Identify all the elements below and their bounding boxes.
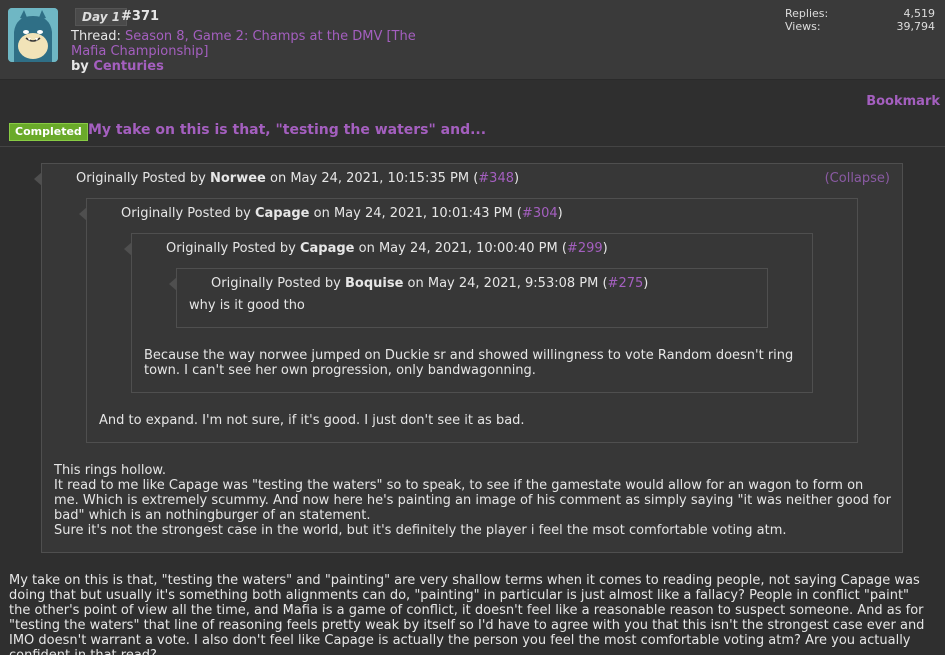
- quote-line: Because the way norwee jumped on Duckie …: [144, 348, 794, 378]
- quote-ref-link[interactable]: #299: [567, 241, 603, 256]
- thread-label: Thread:: [71, 29, 121, 44]
- author-link[interactable]: Centuries: [93, 59, 164, 74]
- quote-prefix: Originally Posted by: [166, 241, 296, 256]
- quote-notch: [124, 242, 132, 256]
- views-label: Views:: [785, 20, 821, 33]
- quote-notch: [169, 277, 177, 291]
- quote-suffix: ): [557, 206, 563, 221]
- bookmark-link[interactable]: Bookmark: [866, 94, 940, 109]
- quote-author: Capage: [254, 206, 310, 221]
- quote-date: on May 24, 2021, 10:00:40 PM (: [358, 241, 567, 256]
- by-line: by Centuries: [71, 59, 164, 74]
- quote-notch: [79, 207, 87, 221]
- quote-body: why is it good tho: [189, 298, 754, 313]
- quote-prefix: Originally Posted by: [76, 171, 206, 186]
- replies-label: Replies:: [785, 7, 829, 20]
- avatar[interactable]: [8, 8, 58, 62]
- quote-line: This rings hollow.: [54, 463, 166, 478]
- status-badge: Completed: [9, 123, 88, 141]
- quote-ref-link[interactable]: #304: [522, 206, 558, 221]
- quote-line: It read to me like Capage was "testing t…: [54, 478, 891, 523]
- quote-ref-link[interactable]: #348: [478, 171, 514, 186]
- thread-title-link[interactable]: Season 8, Game 2: Champs at the DMV [The…: [71, 29, 416, 59]
- quote-suffix: ): [602, 241, 608, 256]
- post-title[interactable]: My take on this is that, "testing the wa…: [88, 122, 486, 138]
- quote-notch: [34, 172, 42, 186]
- quote-date: on May 24, 2021, 10:01:43 PM (: [313, 206, 522, 221]
- quote-line: Sure it's not the strongest case in the …: [54, 523, 787, 538]
- quote-suffix: ): [514, 171, 520, 186]
- quote-body: And to expand. I'm not sure, if it's goo…: [99, 413, 844, 428]
- quote-body: This rings hollow. It read to me like Ca…: [54, 463, 892, 538]
- quote-suffix: ): [643, 276, 649, 291]
- thread-header: Day 1 #371 Thread: Season 8, Game 2: Cha…: [0, 0, 945, 80]
- by-label: by: [71, 59, 89, 74]
- collapse-link[interactable]: (Collapse): [825, 171, 890, 186]
- quote-author: Capage: [299, 241, 355, 256]
- stats-values: 4,519 39,794: [860, 7, 936, 33]
- post-body: My take on this is that, "testing the wa…: [9, 573, 925, 655]
- post-number[interactable]: #371: [121, 9, 159, 24]
- quote-line: And to expand. I'm not sure, if it's goo…: [99, 413, 525, 428]
- quote-date: on May 24, 2021, 9:53:08 PM (: [407, 276, 608, 291]
- views-value: 39,794: [896, 20, 936, 33]
- quote-line: why is it good tho: [189, 298, 305, 313]
- munchlax-avatar-icon: [8, 8, 58, 62]
- divider: [0, 146, 945, 147]
- thread-line: Thread: Season 8, Game 2: Champs at the …: [71, 29, 431, 59]
- stats-labels: Replies: Views:: [785, 7, 828, 33]
- quote-prefix: Originally Posted by: [121, 206, 251, 221]
- quote-author: Boquise: [344, 276, 404, 291]
- quote-header: Originally Posted by Boquise on May 24, …: [211, 276, 648, 291]
- quote-header: Originally Posted by Capage on May 24, 2…: [166, 241, 608, 256]
- quote-ref-link[interactable]: #275: [608, 276, 644, 291]
- replies-value: 4,519: [903, 7, 936, 20]
- day-tag: Day 1: [75, 8, 128, 26]
- quote-author: Norwee: [209, 171, 266, 186]
- quote-body: Because the way norwee jumped on Duckie …: [144, 348, 799, 378]
- quote-boquise-275: Originally Posted by Boquise on May 24, …: [169, 268, 768, 328]
- quote-header: Originally Posted by Norwee on May 24, 2…: [76, 171, 519, 186]
- quote-prefix: Originally Posted by: [211, 276, 341, 291]
- quote-date: on May 24, 2021, 10:15:35 PM (: [270, 171, 479, 186]
- quote-header: Originally Posted by Capage on May 24, 2…: [121, 206, 563, 221]
